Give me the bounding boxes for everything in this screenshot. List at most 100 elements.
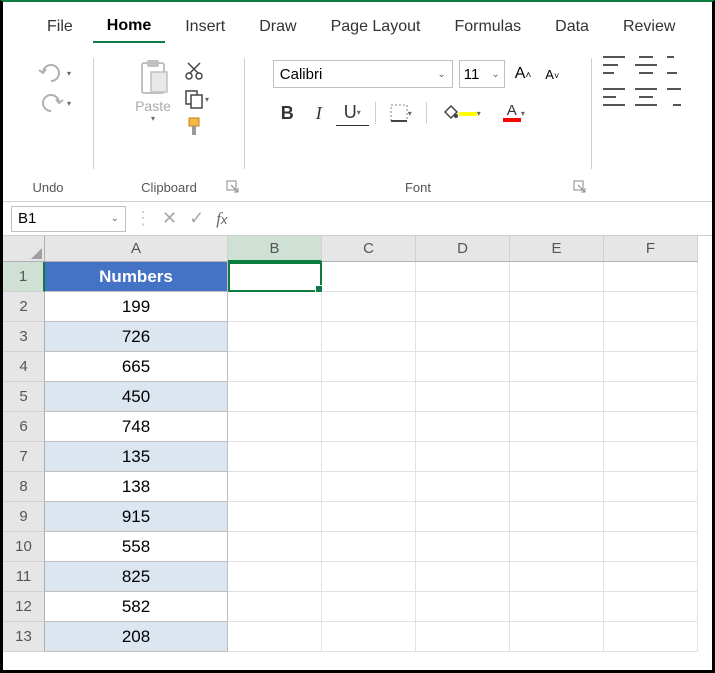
cell-F12[interactable] <box>604 592 698 622</box>
cell-D5[interactable] <box>416 382 510 412</box>
cell-C7[interactable] <box>322 442 416 472</box>
cell-F4[interactable] <box>604 352 698 382</box>
cell-A2[interactable]: 199 <box>45 292 228 322</box>
cell-B13[interactable] <box>228 622 322 652</box>
row-header-11[interactable]: 11 <box>3 562 45 592</box>
row-header-5[interactable]: 5 <box>3 382 45 412</box>
row-header-6[interactable]: 6 <box>3 412 45 442</box>
cell-E6[interactable] <box>510 412 604 442</box>
underline-button[interactable]: U ▾ <box>336 100 369 126</box>
cell-A9[interactable]: 915 <box>45 502 228 532</box>
cell-B3[interactable] <box>228 322 322 352</box>
align-left-button[interactable] <box>603 88 625 106</box>
cell-B6[interactable] <box>228 412 322 442</box>
cell-A4[interactable]: 665 <box>45 352 228 382</box>
name-box[interactable]: B1 ⌄ <box>11 206 126 232</box>
cell-F8[interactable] <box>604 472 698 502</box>
column-header-C[interactable]: C <box>322 236 416 262</box>
row-header-3[interactable]: 3 <box>3 322 45 352</box>
cell-A3[interactable]: 726 <box>45 322 228 352</box>
cell-F13[interactable] <box>604 622 698 652</box>
column-header-F[interactable]: F <box>604 236 698 262</box>
cell-E10[interactable] <box>510 532 604 562</box>
column-header-E[interactable]: E <box>510 236 604 262</box>
cell-D13[interactable] <box>416 622 510 652</box>
bold-button[interactable]: B <box>273 101 302 126</box>
cell-F7[interactable] <box>604 442 698 472</box>
cell-F3[interactable] <box>604 322 698 352</box>
cell-D6[interactable] <box>416 412 510 442</box>
cell-B4[interactable] <box>228 352 322 382</box>
row-header-4[interactable]: 4 <box>3 352 45 382</box>
cell-A10[interactable]: 558 <box>45 532 228 562</box>
cell-F2[interactable] <box>604 292 698 322</box>
cell-D12[interactable] <box>416 592 510 622</box>
cell-F6[interactable] <box>604 412 698 442</box>
borders-button[interactable]: ▾ <box>382 102 420 124</box>
cell-B1[interactable] <box>228 262 322 292</box>
cell-A1[interactable]: Numbers <box>45 262 228 292</box>
row-header-1[interactable]: 1 <box>3 262 45 292</box>
cell-F9[interactable] <box>604 502 698 532</box>
cell-D1[interactable] <box>416 262 510 292</box>
cell-E3[interactable] <box>510 322 604 352</box>
cell-B9[interactable] <box>228 502 322 532</box>
row-header-8[interactable]: 8 <box>3 472 45 502</box>
cell-C4[interactable] <box>322 352 416 382</box>
font-name-combo[interactable]: Calibri ⌄ <box>273 60 453 88</box>
cell-F5[interactable] <box>604 382 698 412</box>
align-right-button[interactable] <box>667 88 681 106</box>
cancel-formula-button[interactable]: ✕ <box>156 208 183 229</box>
increase-font-button[interactable]: A˄ <box>511 63 536 85</box>
cell-C10[interactable] <box>322 532 416 562</box>
paste-button[interactable]: Paste ▾ <box>129 58 177 123</box>
cell-D2[interactable] <box>416 292 510 322</box>
fill-color-button[interactable]: ▾ <box>433 102 489 124</box>
font-dialog-launcher[interactable] <box>573 180 587 194</box>
tab-file[interactable]: File <box>33 12 87 42</box>
formula-input[interactable] <box>233 206 712 232</box>
cell-C1[interactable] <box>322 262 416 292</box>
cell-C2[interactable] <box>322 292 416 322</box>
align-center-button[interactable] <box>635 88 657 106</box>
cell-E2[interactable] <box>510 292 604 322</box>
column-header-A[interactable]: A <box>45 236 228 262</box>
tab-data[interactable]: Data <box>541 12 603 42</box>
cell-E1[interactable] <box>510 262 604 292</box>
cell-B12[interactable] <box>228 592 322 622</box>
tab-insert[interactable]: Insert <box>171 12 239 42</box>
tab-review[interactable]: Review <box>609 12 689 42</box>
cell-B7[interactable] <box>228 442 322 472</box>
enter-formula-button[interactable]: ✓ <box>183 208 210 229</box>
cell-C12[interactable] <box>322 592 416 622</box>
row-header-2[interactable]: 2 <box>3 292 45 322</box>
cell-B2[interactable] <box>228 292 322 322</box>
tab-page-layout[interactable]: Page Layout <box>317 12 435 42</box>
cell-C9[interactable] <box>322 502 416 532</box>
row-header-12[interactable]: 12 <box>3 592 45 622</box>
cell-E13[interactable] <box>510 622 604 652</box>
undo-button[interactable]: ▾ <box>37 62 71 84</box>
cell-D11[interactable] <box>416 562 510 592</box>
italic-button[interactable]: I <box>308 101 330 126</box>
cell-D7[interactable] <box>416 442 510 472</box>
cell-B10[interactable] <box>228 532 322 562</box>
align-bottom-button[interactable] <box>667 56 681 74</box>
row-header-9[interactable]: 9 <box>3 502 45 532</box>
cell-D10[interactable] <box>416 532 510 562</box>
cell-C6[interactable] <box>322 412 416 442</box>
cell-F1[interactable] <box>604 262 698 292</box>
cell-A8[interactable]: 138 <box>45 472 228 502</box>
cell-E8[interactable] <box>510 472 604 502</box>
redo-button[interactable]: ▾ <box>37 92 71 114</box>
cell-D3[interactable] <box>416 322 510 352</box>
cell-A11[interactable]: 825 <box>45 562 228 592</box>
cell-E7[interactable] <box>510 442 604 472</box>
align-middle-button[interactable] <box>635 56 657 74</box>
column-header-D[interactable]: D <box>416 236 510 262</box>
cell-F11[interactable] <box>604 562 698 592</box>
cell-A7[interactable]: 135 <box>45 442 228 472</box>
cell-D4[interactable] <box>416 352 510 382</box>
cell-A5[interactable]: 450 <box>45 382 228 412</box>
cut-button[interactable] <box>183 60 209 82</box>
